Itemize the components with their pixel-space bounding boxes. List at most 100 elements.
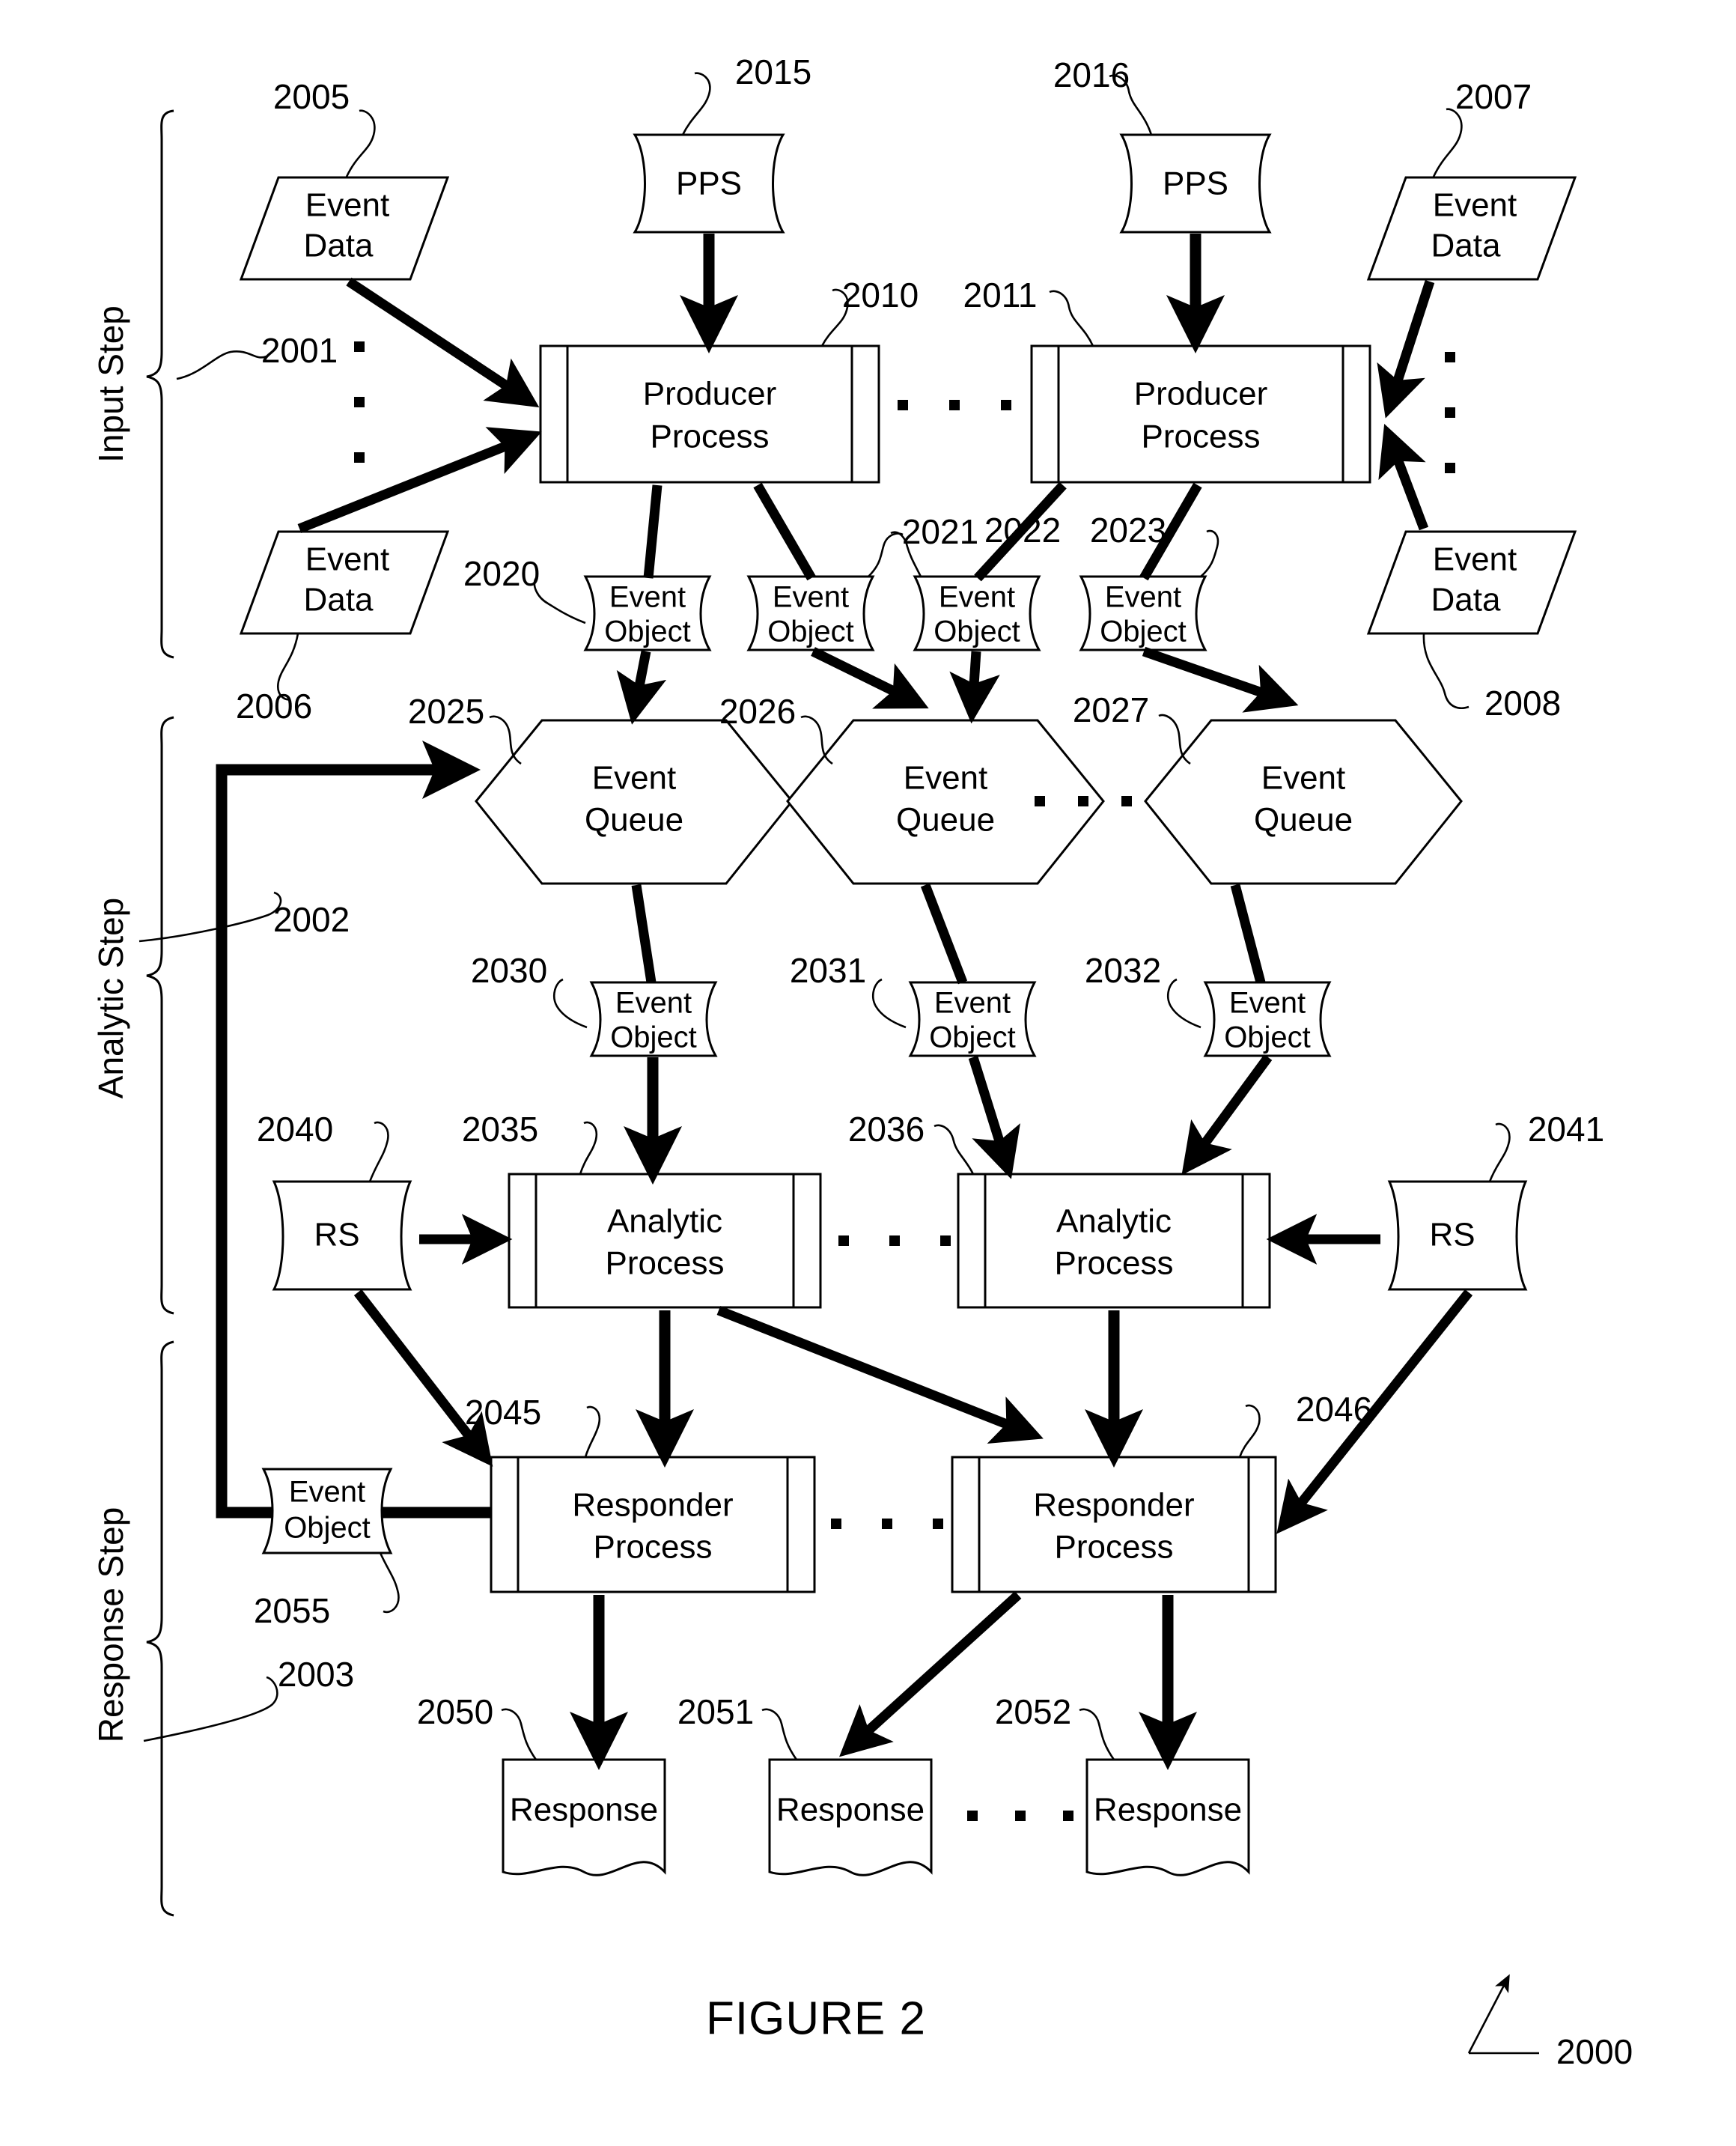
svg-text:Object: Object [929,1021,1016,1054]
response-2051: Response [768,1758,933,1876]
ref-2032: 2032 [1085,951,1161,990]
ref-2055: 2055 [254,1591,330,1630]
svg-text:Responder: Responder [1033,1487,1194,1524]
svg-text:Producer: Producer [643,376,777,413]
leader-2046 [1238,1404,1261,1458]
svg-text:Response: Response [1094,1792,1242,1829]
ref-2003: 2003 [278,1655,354,1694]
responder-process-2046: Responder Process [951,1456,1277,1593]
ref-2000: 2000 [1556,2032,1633,2071]
leader-2023 [1200,529,1219,577]
svg-text:Process: Process [1142,419,1261,455]
ref-2031: 2031 [790,951,866,990]
arrow-eventdata2006-to-producer2010 [297,427,542,534]
svg-text:Process: Process [594,1529,713,1566]
ref-2025: 2025 [408,692,484,731]
event-data-2005: Event Data [239,176,450,281]
arrow-eventdata2008-to-producer2011 [1378,423,1429,531]
leader-2030 [553,978,588,1029]
leader-2035 [579,1121,598,1175]
svg-text:Event: Event [615,987,692,1020]
event-object-2020: Event Object [583,575,712,651]
ellipsis-response [967,1811,1073,1821]
svg-text:Data: Data [304,582,374,618]
svg-text:Producer: Producer [1134,376,1268,413]
ellipsis-left-inputs [354,341,365,463]
ref-2030: 2030 [471,951,547,990]
svg-text:Data: Data [1431,582,1501,618]
connector-queue2026-to-eo2031 [920,883,968,985]
ref-2021: 2021 [902,512,978,551]
connector-producer2010-to-eo2021 [753,482,816,581]
leader-2055 [379,1552,400,1614]
svg-text:Process: Process [651,419,770,455]
event-data-2008: Event Data [1366,530,1577,635]
svg-text:Object: Object [1100,615,1187,648]
arrow-eo2032-to-analytic2036 [1181,1054,1273,1176]
svg-text:Process: Process [1055,1529,1174,1566]
arrow-eventdata2005-to-producer2010 [346,277,540,408]
ref-2035: 2035 [462,1110,538,1149]
ref-2007: 2007 [1455,77,1532,116]
svg-text:Data: Data [304,228,374,264]
svg-text:Queue: Queue [896,802,995,839]
event-object-2055: Event Object [261,1468,393,1554]
svg-text:Event: Event [1261,760,1346,797]
ref-2002: 2002 [273,900,350,939]
svg-text:Queue: Queue [585,802,683,839]
ref-2051: 2051 [677,1692,754,1731]
svg-text:Event: Event [904,760,988,797]
ref-2026: 2026 [719,692,796,731]
connector-producer2010-to-eo2020 [643,484,663,579]
response-2052: Response [1085,1758,1250,1876]
arrow-eo2031-to-analytic2036 [968,1056,1020,1179]
figure-canvas: Input Step 2001 Analytic Step 2002 Respo… [0,0,1736,2146]
leader-2007 [1432,108,1463,177]
ellipsis-producer [898,400,1011,410]
svg-text:Object: Object [767,615,854,648]
connector-queue2027-to-eo2032 [1230,884,1266,984]
svg-text:Object: Object [604,615,691,648]
ref-2010: 2010 [842,276,919,314]
ref-2052: 2052 [995,1692,1071,1731]
producer-process-2010: Producer Process [539,344,880,484]
svg-text:Event: Event [1229,987,1306,1020]
svg-text:Event: Event [609,581,686,614]
leader-2036 [934,1124,975,1175]
leader-2052 [1079,1708,1115,1760]
input-step-bracket [146,109,174,659]
ref-2005: 2005 [273,77,350,116]
leader-2008 [1422,633,1469,709]
svg-text:Responder: Responder [572,1487,733,1524]
ref-2023: 2023 [1090,511,1166,550]
leader-2032 [1167,978,1202,1029]
ref-2015: 2015 [735,52,811,91]
svg-text:Object: Object [1224,1021,1311,1054]
event-queue-2025: Event Queue [475,719,794,885]
arrow-eo2020-to-queue2025 [616,650,667,725]
analytic-process-2036: Analytic Process [957,1173,1271,1309]
arrow-eventdata2007-to-producer2011 [1377,279,1435,419]
svg-text:Event: Event [305,187,390,224]
svg-text:Event: Event [289,1476,365,1509]
arrow-eo2023-to-queue2027 [1142,646,1299,713]
response-step-ref-leader [143,1676,278,1742]
responder-process-2045: Responder Process [490,1456,816,1593]
svg-text:Queue: Queue [1254,802,1353,839]
event-queue-2026: Event Queue [786,719,1105,885]
ref-2041: 2041 [1528,1110,1604,1149]
svg-text:Object: Object [934,615,1020,648]
response-step-label: Response Step [91,1507,130,1743]
svg-text:Analytic: Analytic [607,1203,722,1240]
svg-text:Analytic: Analytic [1056,1203,1172,1240]
leader-2005 [345,109,376,177]
svg-text:Event: Event [934,987,1011,1020]
event-queue-2027: Event Queue [1144,719,1463,885]
ref-2036: 2036 [848,1110,925,1149]
response-2050: Response [502,1758,666,1876]
arrow-eo2022-to-queue2026 [949,651,1000,724]
patent-flowchart-svg: Input Step 2001 Analytic Step 2002 Respo… [91,52,1633,2071]
rs-2040: RS [272,1180,412,1291]
svg-text:Process: Process [606,1245,725,1282]
svg-text:Event: Event [773,581,849,614]
